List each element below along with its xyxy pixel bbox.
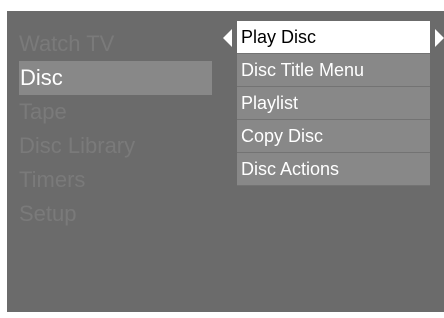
main-menu-item-label: Disc <box>20 65 63 90</box>
sub-menu: Play Disc Disc Title Menu Playlist Copy … <box>237 21 430 186</box>
main-menu-item-label: Setup <box>19 201 77 226</box>
main-menu-item-tape[interactable]: Tape <box>19 95 212 129</box>
main-menu-item-label: Watch TV <box>19 31 115 56</box>
sub-menu-item-label: Play Disc <box>241 27 317 47</box>
sub-menu-item-copy-disc[interactable]: Copy Disc <box>237 120 430 153</box>
main-menu-item-label: Timers <box>19 167 86 192</box>
sub-menu-item-disc-title-menu[interactable]: Disc Title Menu <box>237 54 430 87</box>
main-menu-item-disc[interactable]: Disc <box>19 61 212 95</box>
main-menu-item-label: Disc Library <box>19 133 136 158</box>
sub-menu-item-label: Disc Actions <box>241 159 340 179</box>
chevron-left-icon <box>223 29 232 47</box>
sub-menu-item-label: Copy Disc <box>241 126 324 146</box>
main-menu-item-watch-tv[interactable]: Watch TV <box>19 27 212 61</box>
tv-menu-screen: Watch TV Disc Tape Disc Library Timers S… <box>7 11 444 312</box>
sub-menu-item-label: Playlist <box>241 93 299 113</box>
sub-menu-item-label: Disc Title Menu <box>241 60 365 80</box>
main-menu-item-timers[interactable]: Timers <box>19 163 212 197</box>
main-menu-item-disc-library[interactable]: Disc Library <box>19 129 212 163</box>
sub-menu-item-playlist[interactable]: Playlist <box>237 87 430 120</box>
main-menu-item-setup[interactable]: Setup <box>19 197 212 231</box>
sub-menu-item-play-disc[interactable]: Play Disc <box>237 21 430 54</box>
chevron-right-icon <box>435 29 444 47</box>
main-menu: Watch TV Disc Tape Disc Library Timers S… <box>19 27 212 231</box>
sub-menu-item-disc-actions[interactable]: Disc Actions <box>237 153 430 186</box>
main-menu-item-label: Tape <box>19 99 67 124</box>
